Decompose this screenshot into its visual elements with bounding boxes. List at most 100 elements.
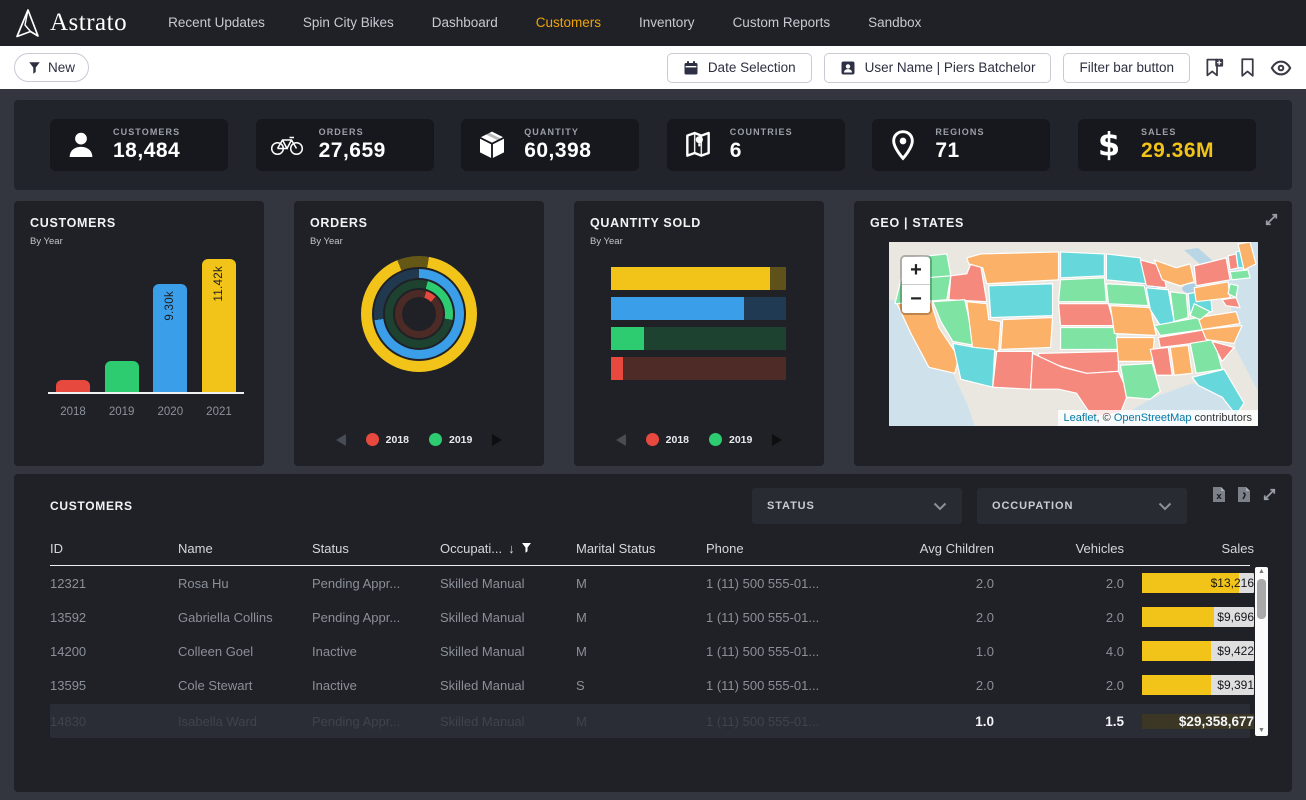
column-header-name[interactable]: Name [178, 541, 312, 556]
openstreetmap-link[interactable]: OpenStreetMap [1114, 412, 1192, 424]
legend-item-2018[interactable]: 2018 [646, 433, 689, 446]
column-header-marital-status[interactable]: Marital Status [576, 541, 706, 556]
cell-marital-status: M [576, 644, 706, 659]
legend-next-arrow-icon[interactable] [492, 434, 502, 446]
sales-value: $9,422 [1142, 641, 1254, 661]
zoom-in-button[interactable]: + [902, 257, 930, 285]
column-header-sales[interactable]: Sales [1124, 541, 1254, 556]
legend-item-2019[interactable]: 2019 [429, 433, 472, 446]
zoom-out-button[interactable]: − [902, 285, 930, 313]
sales-data-bar: $9,696 [1142, 607, 1254, 627]
table-scrollbar[interactable]: ▲ ▼ [1255, 567, 1268, 736]
legend-label: 2018 [386, 434, 409, 446]
chart-legend: 2018 2019 [574, 433, 824, 446]
kpi-text: REGIONS71 [935, 127, 984, 163]
status-filter-label: STATUS [767, 500, 815, 512]
scroll-down-arrow[interactable]: ▼ [1258, 726, 1265, 736]
kpi-label: SALES [1141, 127, 1214, 137]
orders-by-year-chart: ORDERS By Year 20182019 [294, 201, 544, 466]
scrollbar-thumb[interactable] [1257, 579, 1266, 619]
column-header-occupati-[interactable]: Occupati...↓ [440, 541, 576, 556]
sort-descending-icon[interactable]: ↓ [508, 541, 515, 556]
hbar-2019[interactable] [611, 327, 786, 350]
bar-2018[interactable] [56, 380, 90, 392]
hbar-2018[interactable] [611, 357, 786, 380]
table-row[interactable]: 13592Gabriella CollinsPending Appr...Ski… [50, 600, 1250, 634]
new-filter-button[interactable]: New [14, 53, 89, 82]
cell-avg-children: 1.0 [866, 644, 994, 659]
chart-title: ORDERS [310, 216, 528, 230]
column-header-id[interactable]: ID [50, 541, 178, 556]
location-pin-icon [886, 129, 920, 161]
customers-by-year-chart: CUSTOMERS By Year 9.30k11.42k 2018201920… [14, 201, 264, 466]
table-row[interactable]: 14200Colleen GoelInactiveSkilled ManualM… [50, 634, 1250, 668]
bar-2019[interactable] [105, 361, 139, 392]
us-states-map[interactable] [889, 242, 1258, 426]
table-row[interactable]: 13595Cole StewartInactiveSkilled ManualS… [50, 668, 1250, 702]
nav-item-custom-reports[interactable]: Custom Reports [714, 0, 850, 46]
cell-sales: $9,422 [1124, 641, 1254, 661]
cell-avg-children: 2.0 [866, 610, 994, 625]
svg-text:$: $ [1098, 129, 1120, 161]
nav-item-dashboard[interactable]: Dashboard [413, 0, 517, 46]
nav-item-sandbox[interactable]: Sandbox [849, 0, 940, 46]
kpi-value: 27,659 [319, 139, 386, 163]
bookmark-add-icon[interactable] [1202, 57, 1224, 79]
occupation-filter-dropdown[interactable]: OCCUPATION [977, 488, 1187, 524]
legend-next-arrow-icon[interactable] [772, 434, 782, 446]
legend-dot [429, 433, 442, 446]
leaflet-map[interactable]: + − Leaflet, © OpenStreetMap contributor… [889, 242, 1258, 426]
column-header-vehicles[interactable]: Vehicles [994, 541, 1124, 556]
expand-icon[interactable] [1263, 211, 1280, 233]
filter-bar-button[interactable]: Filter bar button [1063, 53, 1190, 83]
cell-occupation: Skilled Manual [440, 644, 576, 659]
column-filter-funnel-icon[interactable] [521, 541, 532, 556]
cell-id: 14200 [50, 644, 178, 659]
legend-prev-arrow-icon[interactable] [336, 434, 346, 446]
attribution-text: , © [1097, 412, 1114, 424]
cell-vehicles: 2.0 [994, 610, 1124, 625]
nav-item-inventory[interactable]: Inventory [620, 0, 714, 46]
nav-item-spin-city-bikes[interactable]: Spin City Bikes [284, 0, 413, 46]
total-vehicles: 1.5 [994, 714, 1124, 729]
status-filter-dropdown[interactable]: STATUS [752, 488, 962, 524]
scroll-up-arrow[interactable]: ▲ [1258, 567, 1265, 577]
user-name-button[interactable]: User Name | Piers Batchelor [824, 53, 1052, 83]
kpi-label: REGIONS [935, 127, 984, 137]
column-header-phone[interactable]: Phone [706, 541, 866, 556]
dollar-icon: $ [1092, 129, 1126, 161]
legend-item-2019[interactable]: 2019 [709, 433, 752, 446]
column-header-avg-children[interactable]: Avg Children [866, 541, 994, 556]
user-name-label: User Name | Piers Batchelor [865, 60, 1036, 75]
date-selection-button[interactable]: Date Selection [667, 53, 812, 83]
nav-item-customers[interactable]: Customers [517, 0, 620, 46]
export-file-icon[interactable] [1236, 486, 1252, 503]
cell-phone: 1 (11) 500 555-01... [706, 610, 866, 625]
map-zoom-control: + − [900, 255, 932, 315]
eye-icon[interactable] [1270, 57, 1292, 79]
cell-name: Rosa Hu [178, 576, 312, 591]
column-header-label: Avg Children [920, 541, 994, 556]
new-filter-label: New [48, 60, 75, 75]
legend-item-2018[interactable]: 2018 [366, 433, 409, 446]
leaflet-link[interactable]: Leaflet [1064, 412, 1097, 424]
hbar-2020[interactable] [611, 297, 786, 320]
bar-2021[interactable]: 11.42k [202, 259, 236, 392]
person-icon [64, 129, 98, 161]
expand-icon[interactable] [1261, 486, 1278, 503]
brand-logo[interactable]: Astrato [14, 8, 127, 38]
legend-prev-arrow-icon[interactable] [616, 434, 626, 446]
nav-item-recent-updates[interactable]: Recent Updates [149, 0, 284, 46]
bar-2020[interactable]: 9.30k [153, 284, 187, 392]
cell-marital-status: M [576, 610, 706, 625]
table-row[interactable]: 12321Rosa HuPending Appr...Skilled Manua… [50, 566, 1250, 600]
column-header-status[interactable]: Status [312, 541, 440, 556]
bookmark-icon[interactable] [1236, 57, 1258, 79]
chart-legend: 2018 2019 [294, 433, 544, 446]
hbar-2021[interactable] [611, 267, 786, 290]
total-sales: $29,358,677 [1124, 714, 1254, 729]
export-excel-icon[interactable]: x [1211, 486, 1227, 503]
column-header-label: Name [178, 541, 213, 556]
kpi-card-customers: CUSTOMERS18,484 [50, 119, 228, 171]
donut-chart[interactable] [361, 256, 477, 372]
